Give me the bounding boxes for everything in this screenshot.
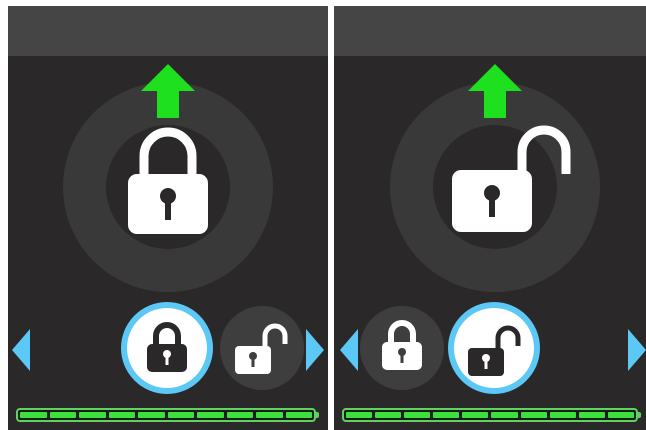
battery-segment <box>346 412 373 418</box>
unlocked-padlock-icon <box>235 323 288 374</box>
battery-segment <box>49 412 76 418</box>
unlock-option-button[interactable] <box>454 308 534 388</box>
up-arrow-icon[interactable] <box>468 64 522 118</box>
top-bar <box>8 6 328 56</box>
battery-tip <box>316 412 319 418</box>
nav-right-arrow-icon[interactable] <box>306 329 324 371</box>
battery-segment <box>549 412 576 418</box>
battery-tip <box>638 412 641 418</box>
battery-segment <box>108 412 135 418</box>
battery-segment <box>433 412 460 418</box>
battery-segment <box>462 412 489 418</box>
top-bar <box>334 6 646 56</box>
battery-segment <box>375 412 402 418</box>
battery-bar <box>342 408 638 422</box>
battery-bar <box>16 408 316 422</box>
battery-segment <box>491 412 518 418</box>
battery-segment <box>167 412 194 418</box>
nav-left-arrow-icon[interactable] <box>12 329 30 371</box>
unlock-option-button[interactable] <box>220 306 304 390</box>
battery-segment <box>138 412 165 418</box>
locked-padlock-icon <box>128 127 208 234</box>
battery-segment <box>79 412 106 418</box>
battery-segment <box>197 412 224 418</box>
locked-padlock-icon <box>147 322 187 372</box>
lock-screen-locked <box>8 6 328 430</box>
battery-segment <box>20 412 47 418</box>
battery-segment <box>285 412 312 418</box>
lock-screen-unlocked <box>334 6 646 430</box>
unlocked-padlock-icon <box>452 125 571 232</box>
battery-segment <box>607 412 634 418</box>
lock-option-button[interactable] <box>360 306 444 390</box>
battery-segment <box>578 412 605 418</box>
lock-option-button[interactable] <box>127 308 207 388</box>
battery-segment <box>226 412 253 418</box>
unlocked-padlock-icon <box>468 325 521 376</box>
up-arrow-icon[interactable] <box>141 64 195 118</box>
locked-padlock-icon <box>382 320 422 370</box>
battery-segment <box>520 412 547 418</box>
nav-left-arrow-icon[interactable] <box>340 329 358 371</box>
nav-right-arrow-icon[interactable] <box>628 329 646 371</box>
battery-segment <box>256 412 283 418</box>
battery-segment <box>404 412 431 418</box>
